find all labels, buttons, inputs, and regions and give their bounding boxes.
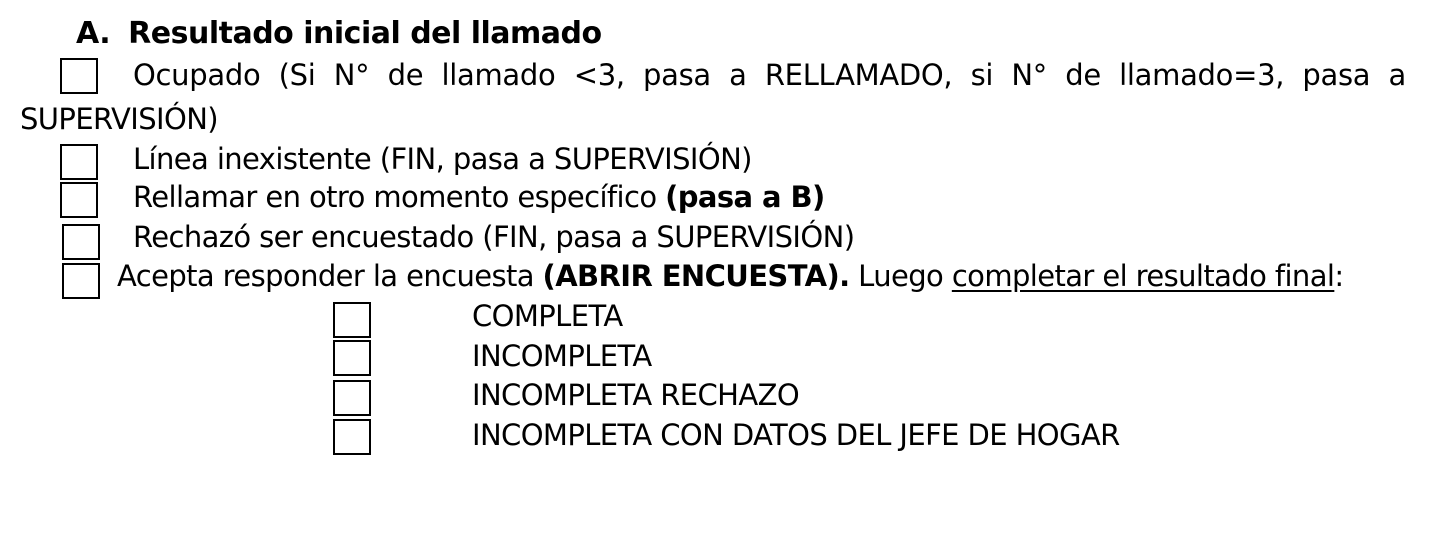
checkbox-ocupado[interactable]	[60, 58, 98, 94]
section-letter: A.	[76, 16, 111, 51]
option-rellamar-label: Rellamar en otro momento específico	[133, 180, 666, 214]
checkbox-rellamar[interactable]	[60, 182, 98, 218]
option-acepta-end: :	[1334, 259, 1344, 293]
checkbox-incompleta[interactable]	[333, 340, 371, 376]
checkbox-completa[interactable]	[333, 302, 371, 338]
section-heading: A. Resultado inicial del llamado	[76, 16, 602, 51]
option-rechazo-label: Rechazó ser encuestado (FIN, pasa a SUPE…	[133, 220, 855, 254]
final-result-incompleta-rechazo: INCOMPLETA RECHAZO	[472, 378, 800, 412]
final-result-incompleta: INCOMPLETA	[472, 339, 652, 373]
option-rellamar: Rellamar en otro momento específico (pas…	[133, 180, 825, 214]
option-acepta-bold: (ABRIR ENCUESTA).	[542, 259, 851, 293]
checkbox-incompleta-jefe-hogar[interactable]	[333, 419, 371, 455]
option-acepta-middle: Luego	[849, 259, 952, 293]
option-linea-inexistente-label: Línea inexistente (FIN, pasa a SUPERVISI…	[133, 142, 752, 176]
option-ocupado-label-line1: Ocupado (Si N° de llamado <3, pasa a REL…	[133, 58, 1406, 92]
final-result-incompleta-jefe-hogar: INCOMPLETA CON DATOS DEL JEFE DE HOGAR	[472, 418, 1120, 452]
section-title: Resultado inicial del llamado	[128, 16, 602, 51]
option-acepta: Acepta responder la encuesta (ABRIR ENCU…	[117, 259, 1344, 293]
option-ocupado-label-line2: SUPERVISIÓN)	[20, 102, 219, 136]
checkbox-incompleta-rechazo[interactable]	[333, 380, 371, 416]
call-result-form: A. Resultado inicial del llamado Ocupado …	[0, 0, 1438, 534]
option-acepta-underlined: completar el resultado final	[951, 259, 1335, 293]
option-rellamar-bold: (pasa a B)	[665, 180, 825, 214]
checkbox-linea-inexistente[interactable]	[60, 144, 98, 180]
final-result-completa: COMPLETA	[472, 299, 623, 333]
checkbox-rechazo[interactable]	[62, 224, 100, 260]
checkbox-acepta[interactable]	[62, 263, 100, 299]
option-acepta-label: Acepta responder la encuesta	[117, 259, 543, 293]
